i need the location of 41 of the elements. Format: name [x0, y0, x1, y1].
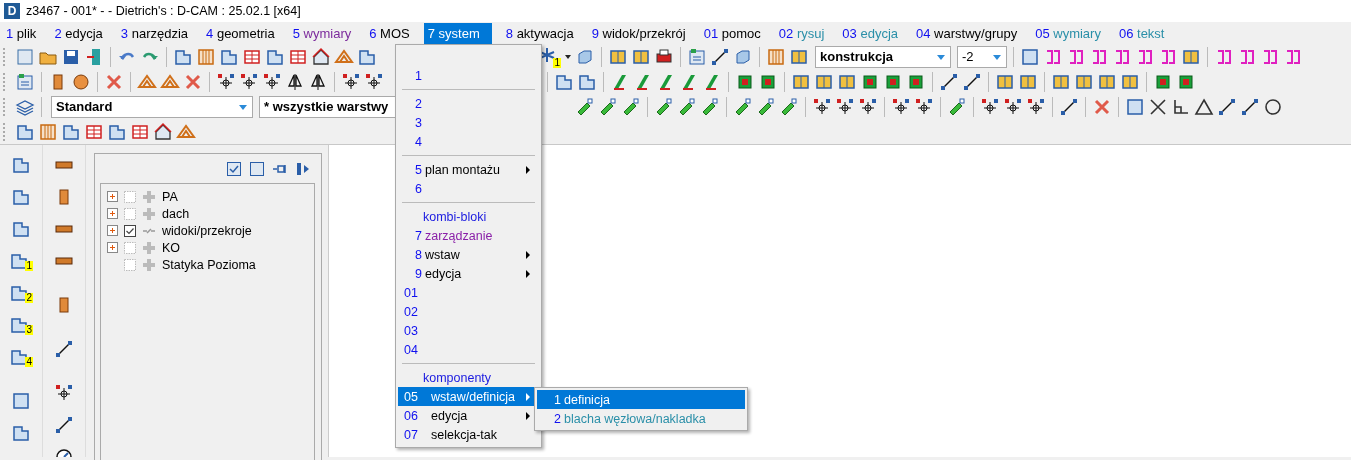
menu-item[interactable]: 05 wymiary: [1031, 22, 1105, 44]
menu-item[interactable]: 07 selekcja-tak: [398, 425, 539, 444]
menu-item[interactable]: 1: [398, 66, 539, 85]
menu-item[interactable]: 9 edycja: [398, 264, 539, 283]
menu-item[interactable]: 4: [398, 132, 539, 151]
menu-item[interactable]: 6: [398, 179, 539, 198]
app-logo: D: [4, 3, 20, 19]
menu-item[interactable]: 06 tekst: [1114, 22, 1169, 44]
level-dropdown[interactable]: -2: [957, 45, 1007, 68]
tree-item[interactable]: widoki/przekroje: [162, 223, 252, 238]
menu-item[interactable]: 8 wstaw: [398, 245, 539, 264]
menu-header: kombi-bloki: [422, 208, 488, 226]
menu-item[interactable]: 7 system: [423, 22, 492, 44]
menu-item[interactable]: 04 warstwy/grupy: [912, 22, 1022, 44]
menu-item[interactable]: 03 edycja: [838, 22, 902, 44]
menu-item[interactable]: 7 zarządzanie: [398, 226, 539, 245]
construction-dropdown[interactable]: konstrukcja: [815, 45, 951, 68]
menu-header: komponenty: [422, 369, 493, 387]
menu-item[interactable]: 01: [398, 283, 539, 302]
menu-item[interactable]: 9 widok/przekrój: [587, 22, 690, 44]
window-title: z3467 - 001* - - Dietrich's : D-CAM : 25.02.1 [x64]: [26, 4, 301, 18]
menu-item[interactable]: 5 plan montażu: [398, 160, 539, 179]
menu-item[interactable]: 2 edycja: [50, 22, 107, 44]
menu-item[interactable]: 03: [398, 321, 539, 340]
menu-item[interactable]: 1 definicja: [537, 390, 745, 409]
menu-item[interactable]: 4 geometria: [202, 22, 279, 44]
menu-item[interactable]: 04: [398, 340, 539, 359]
menu-item[interactable]: 02 rysuj: [774, 22, 829, 44]
menu-item[interactable]: 02: [398, 302, 539, 321]
menu-item[interactable]: 6 MOS: [365, 22, 414, 44]
menu-item[interactable]: 8 aktywacja: [501, 22, 578, 44]
menu-item[interactable]: 1 plik: [2, 22, 41, 44]
menu-item[interactable]: 2 blacha węzłowa/nakladka: [537, 409, 745, 428]
menu-item[interactable]: 01 pomoc: [699, 22, 765, 44]
style-dropdown[interactable]: Standard: [51, 95, 253, 118]
menu-item[interactable]: 5 wymiary: [288, 22, 356, 44]
tree-item[interactable]: KO: [162, 240, 181, 255]
tree-item[interactable]: PA: [162, 189, 178, 204]
menu-item[interactable]: 3 narzędzia: [116, 22, 193, 44]
tree-item[interactable]: dach: [162, 206, 190, 221]
tree-item[interactable]: Statyka Pozioma: [162, 257, 256, 272]
